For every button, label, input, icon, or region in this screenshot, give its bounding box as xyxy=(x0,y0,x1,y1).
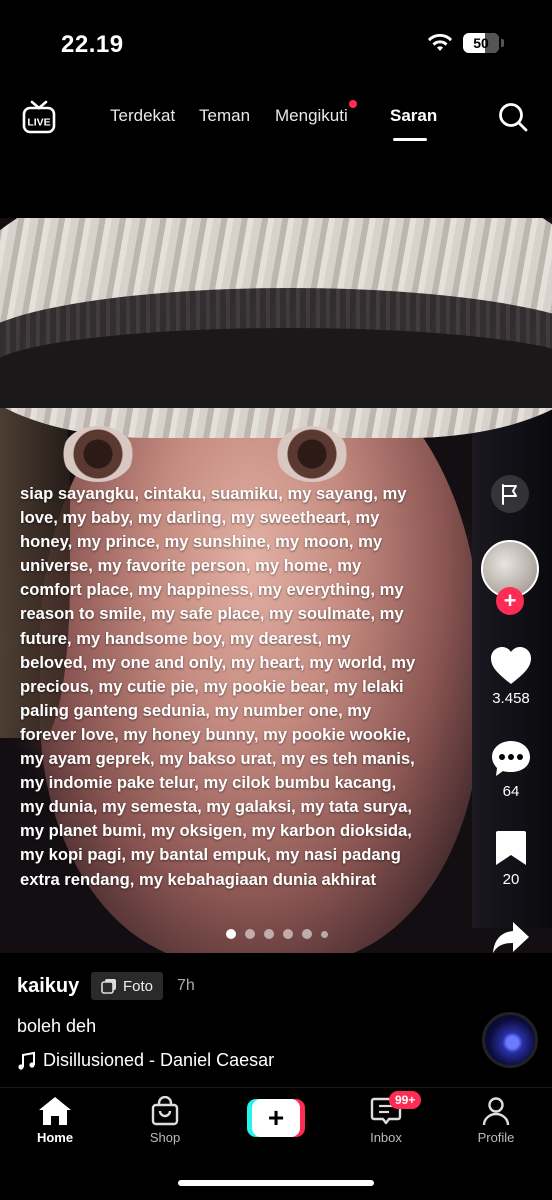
music-disc[interactable] xyxy=(482,1012,538,1068)
wifi-icon xyxy=(428,33,452,51)
nav-profile[interactable]: Profile xyxy=(456,1096,536,1145)
carousel-indicator[interactable] xyxy=(226,929,328,939)
status-icons: 50 xyxy=(427,33,504,53)
photo-stack-icon xyxy=(101,979,116,994)
search-icon[interactable] xyxy=(497,101,529,133)
heart-icon xyxy=(491,647,531,684)
live-label: LIVE xyxy=(27,117,50,129)
like-count: 3.458 xyxy=(492,690,530,707)
nav-home-label: Home xyxy=(36,1130,74,1145)
profile-icon xyxy=(482,1097,510,1126)
like-button[interactable]: 3.458 xyxy=(480,646,542,707)
music-note-icon xyxy=(18,1051,35,1070)
nav-inbox-label: Inbox xyxy=(370,1130,402,1145)
live-icon[interactable]: LIVE xyxy=(22,98,56,134)
follow-plus-button[interactable]: + xyxy=(496,587,524,615)
nav-shop-label: Shop xyxy=(149,1130,181,1145)
comment-count: 64 xyxy=(502,783,520,800)
post-description[interactable]: boleh deh xyxy=(17,1016,96,1037)
nav-profile-label: Profile xyxy=(477,1130,515,1145)
photo-type-label: Foto xyxy=(123,977,154,995)
battery-tip xyxy=(501,39,504,47)
tab-teman[interactable]: Teman xyxy=(199,106,250,126)
nav-home[interactable]: Home xyxy=(15,1096,95,1145)
share-arrow-icon xyxy=(493,922,529,953)
status-time: 22.19 xyxy=(61,31,124,58)
tab-terdekat[interactable]: Terdekat xyxy=(110,106,175,126)
battery-indicator: 50 xyxy=(463,33,499,53)
creator-username[interactable]: kaikuy xyxy=(17,975,79,998)
comment-icon xyxy=(492,741,530,776)
save-count: 20 xyxy=(502,871,520,888)
battery-level: 50 xyxy=(473,35,489,51)
comment-button[interactable]: 64 xyxy=(480,739,542,800)
post-info: kaikuy Foto 7h boleh deh Disillusioned -… xyxy=(0,953,552,1085)
mengikuti-notification-dot xyxy=(349,100,357,108)
carousel-dot-active xyxy=(226,929,236,939)
carousel-dot xyxy=(283,929,293,939)
inbox-count-badge: 99+ xyxy=(389,1091,422,1109)
music-link[interactable]: Disillusioned - Daniel Caesar xyxy=(17,1050,274,1071)
carousel-dot xyxy=(245,929,255,939)
photo-left-eye xyxy=(62,426,134,482)
post-caption-overlay: siap sayangku, cintaku, suamiku, my saya… xyxy=(20,484,416,889)
bookmark-icon xyxy=(496,831,526,865)
top-nav: LIVE Terdekat Teman Mengikuti Saran xyxy=(0,96,552,144)
create-button[interactable]: + xyxy=(247,1099,305,1137)
home-icon xyxy=(39,1097,71,1125)
tab-mengikuti[interactable]: Mengikuti xyxy=(275,106,348,126)
carousel-dot xyxy=(264,929,274,939)
music-title: Disillusioned - Daniel Caesar xyxy=(43,1050,275,1070)
nav-shop[interactable]: Shop xyxy=(125,1096,205,1145)
report-button[interactable] xyxy=(491,475,529,513)
carousel-dot xyxy=(302,929,312,939)
flag-icon xyxy=(502,484,517,505)
carousel-dot xyxy=(321,930,328,938)
active-tab-underline xyxy=(393,138,427,141)
save-button[interactable]: 20 xyxy=(480,829,542,888)
photo-type-badge: Foto xyxy=(91,972,164,1000)
shop-bag-icon xyxy=(151,1096,179,1126)
tab-saran[interactable]: Saran xyxy=(390,106,437,126)
photo-right-eye xyxy=(276,426,348,482)
photo-beanie-brim xyxy=(0,328,552,408)
home-indicator[interactable] xyxy=(178,1180,374,1186)
post-time-ago: 7h xyxy=(177,977,195,994)
create-plus-icon: + xyxy=(252,1099,300,1137)
